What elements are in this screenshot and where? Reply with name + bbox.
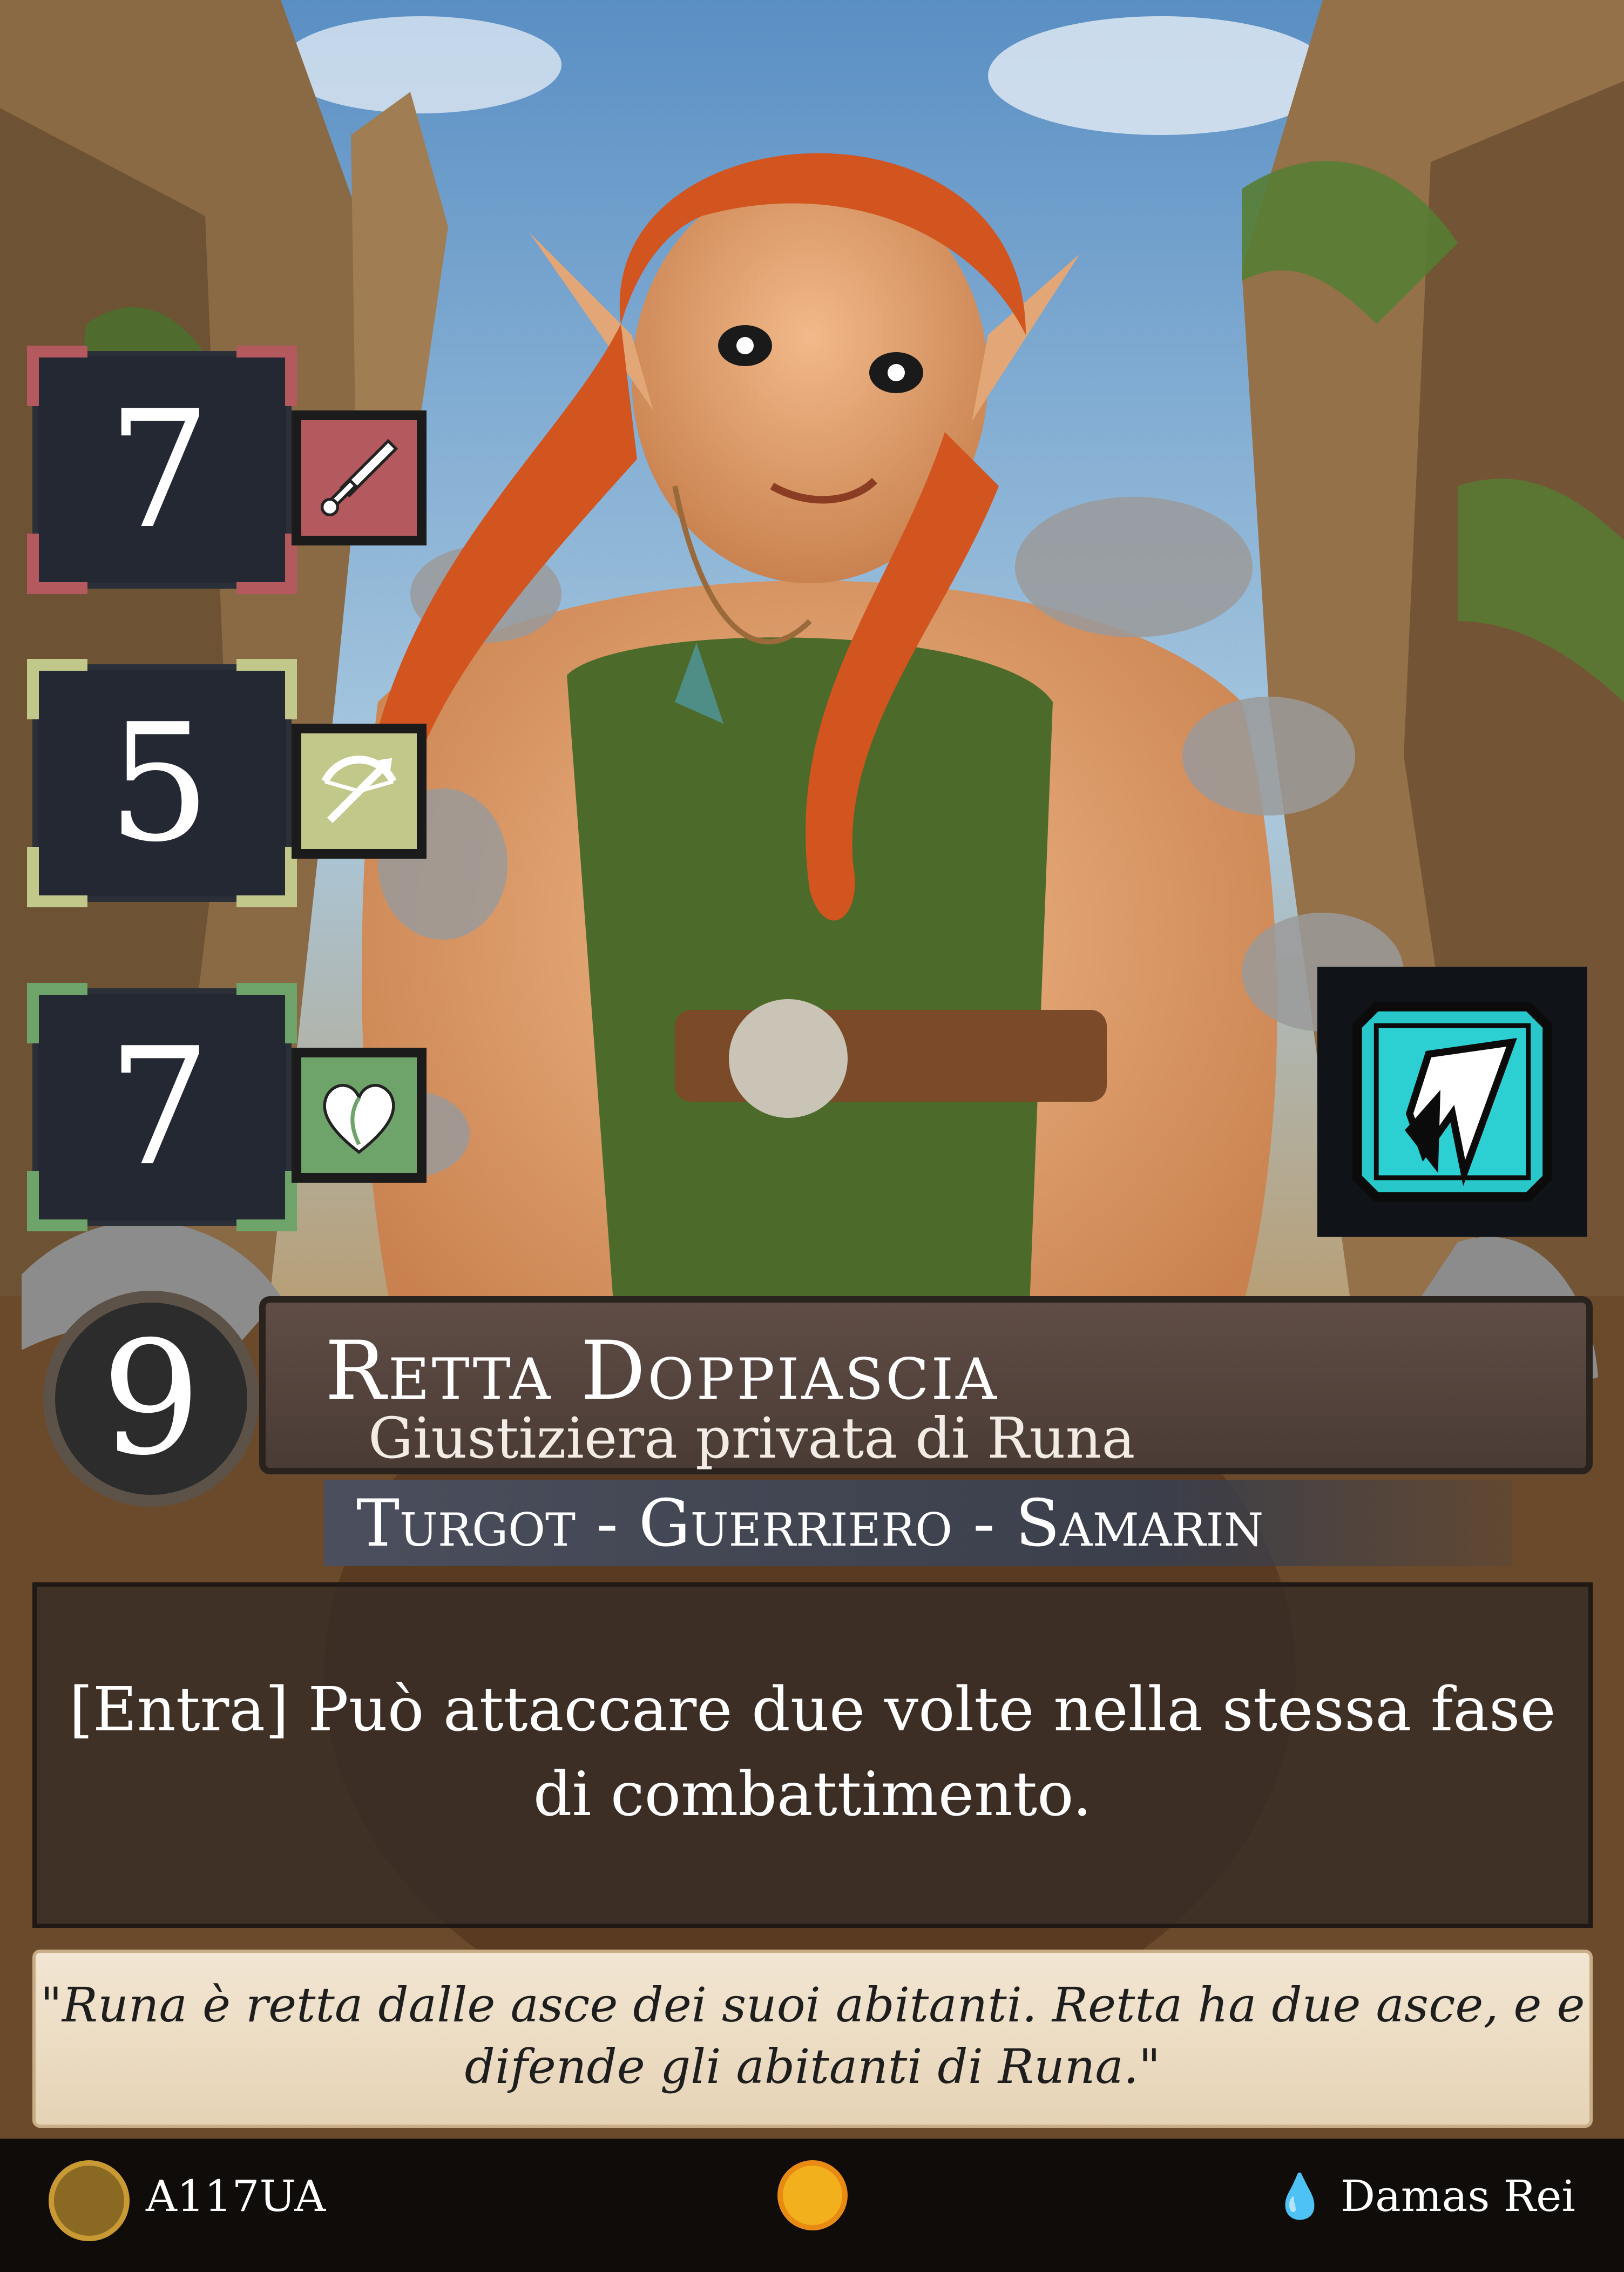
swirl-icon [777, 2160, 848, 2230]
cost-value: 9 [101, 1307, 201, 1490]
attack-stat: 7 [27, 346, 427, 594]
sword-icon [292, 410, 427, 545]
cost-circle: 9 [43, 1291, 259, 1507]
health-value: 7 [107, 1013, 211, 1202]
rules-box: [Entra] Può attaccare due volte nella st… [32, 1582, 1593, 1928]
health-stat: 7 [27, 983, 427, 1231]
drop-icon: 💧 [1273, 2171, 1341, 2221]
flavor-box: "Runa è retta dalle asce dei suoi abitan… [32, 1950, 1593, 2128]
flavor-text: "Runa è retta dalle asce dei suoi abitan… [40, 1977, 1585, 2095]
artist-name: Damas Rei [1340, 2171, 1575, 2221]
set-code: A117UA [146, 2171, 326, 2221]
ranged-value: 5 [107, 689, 211, 878]
card-name: Retta Doppiascia [325, 1324, 999, 1418]
game-card[interactable]: 7 5 7 9 Retta Doppiascia Giustiziera pri… [0, 0, 1624, 2272]
type-line: Turgot - Guerriero - Samarin [324, 1480, 1512, 1566]
heart-icon [292, 1048, 427, 1183]
card-subtitle: Giustiziera privata di Runa [368, 1405, 1135, 1471]
ranged-stat: 5 [27, 659, 427, 907]
rules-text: [Entra] Può attaccare due volte nella st… [69, 1675, 1556, 1830]
lightning-banner-icon [1317, 967, 1587, 1237]
crossbow-icon [292, 724, 427, 859]
attack-value: 7 [107, 375, 211, 564]
name-plate: Retta Doppiascia Giustiziera privata di … [259, 1296, 1593, 1474]
artist-credit: 💧 Damas Rei [1273, 2171, 1575, 2222]
set-seal-icon [49, 2160, 130, 2241]
type-line-text: Turgot - Guerriero - Samarin [356, 1486, 1264, 1561]
card-footer: A117UA 💧 Damas Rei [0, 2139, 1624, 2272]
